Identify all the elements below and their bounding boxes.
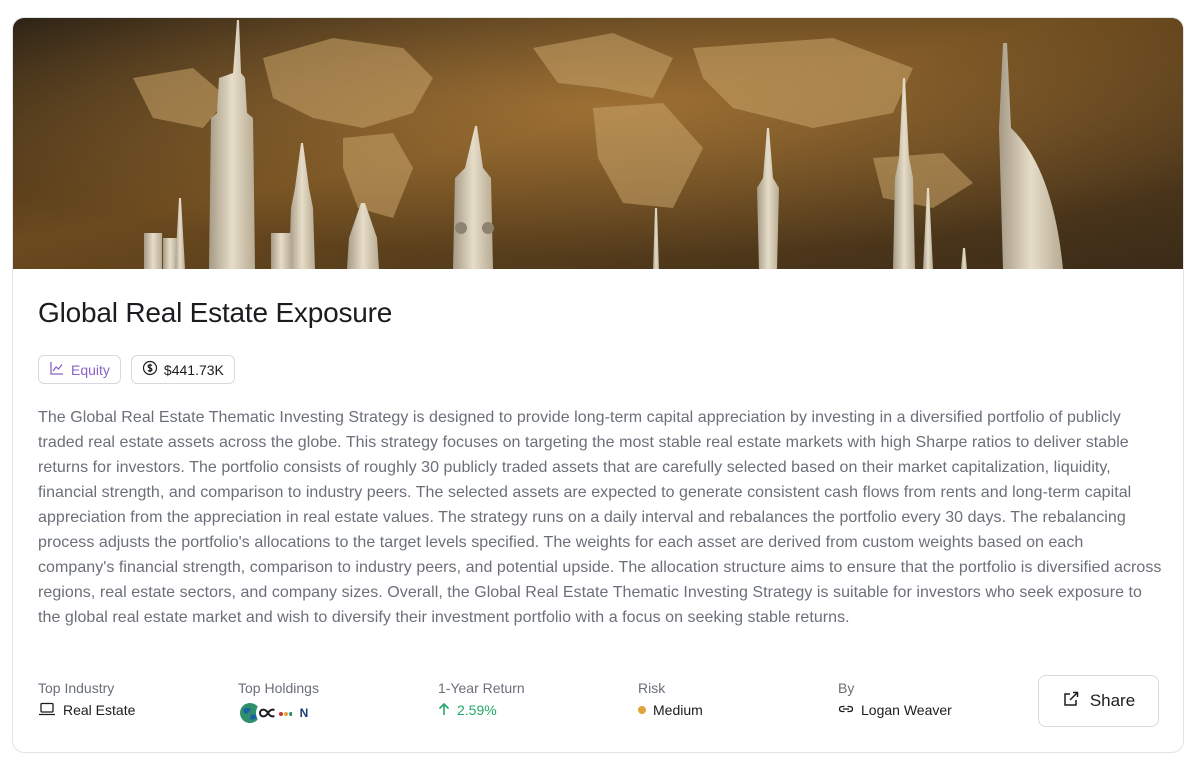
- laptop-icon: [38, 701, 56, 720]
- hero-image: [13, 18, 1183, 269]
- risk-value: Medium: [653, 702, 703, 718]
- top-holdings-stat: Top Holdings N: [238, 680, 319, 726]
- share-label: Share: [1089, 691, 1136, 710]
- one-year-return-value: 2.59%: [457, 702, 497, 718]
- holdings-logos: N: [238, 700, 319, 726]
- top-holdings-label: Top Holdings: [238, 680, 319, 696]
- asset-class-badge: Equity: [38, 355, 121, 384]
- strategy-card: Global Real Estate Exposure Equity $441.…: [12, 17, 1184, 753]
- link-icon: [838, 702, 854, 718]
- top-industry-value: Real Estate: [63, 702, 136, 718]
- author-stat: By Logan Weaver: [838, 680, 952, 720]
- author-value-row[interactable]: Logan Weaver: [838, 700, 952, 720]
- top-industry-value-row: Real Estate: [38, 700, 135, 720]
- risk-dot-icon: [638, 706, 646, 714]
- one-year-return-label: 1-Year Return: [438, 680, 525, 696]
- top-industry-stat: Top Industry Real Estate: [38, 680, 135, 720]
- risk-stat: Risk Medium: [638, 680, 703, 720]
- arrow-up-icon: [438, 702, 450, 719]
- asset-class-label: Equity: [71, 361, 110, 378]
- risk-label: Risk: [638, 680, 666, 696]
- one-year-return-stat: 1-Year Return 2.59%: [438, 680, 525, 720]
- top-industry-label: Top Industry: [38, 680, 115, 696]
- strategy-description: The Global Real Estate Thematic Investin…: [38, 409, 1162, 626]
- share-button[interactable]: Share: [1038, 675, 1159, 727]
- line-chart-icon: [49, 360, 65, 379]
- n-logo[interactable]: N: [292, 701, 316, 725]
- dollar-coin-icon: [142, 360, 158, 379]
- strategy-title: Global Real Estate Exposure: [38, 297, 393, 328]
- aum-value: $441.73K: [163, 361, 224, 378]
- external-link-icon: [1062, 690, 1080, 713]
- one-year-return-value-row: 2.59%: [438, 700, 525, 720]
- aum-badge: $441.73K: [130, 355, 235, 384]
- author-name[interactable]: Logan Weaver: [861, 702, 952, 718]
- author-label: By: [838, 680, 855, 696]
- badge-row: Equity $441.73K: [38, 355, 235, 384]
- risk-value-row: Medium: [638, 700, 703, 720]
